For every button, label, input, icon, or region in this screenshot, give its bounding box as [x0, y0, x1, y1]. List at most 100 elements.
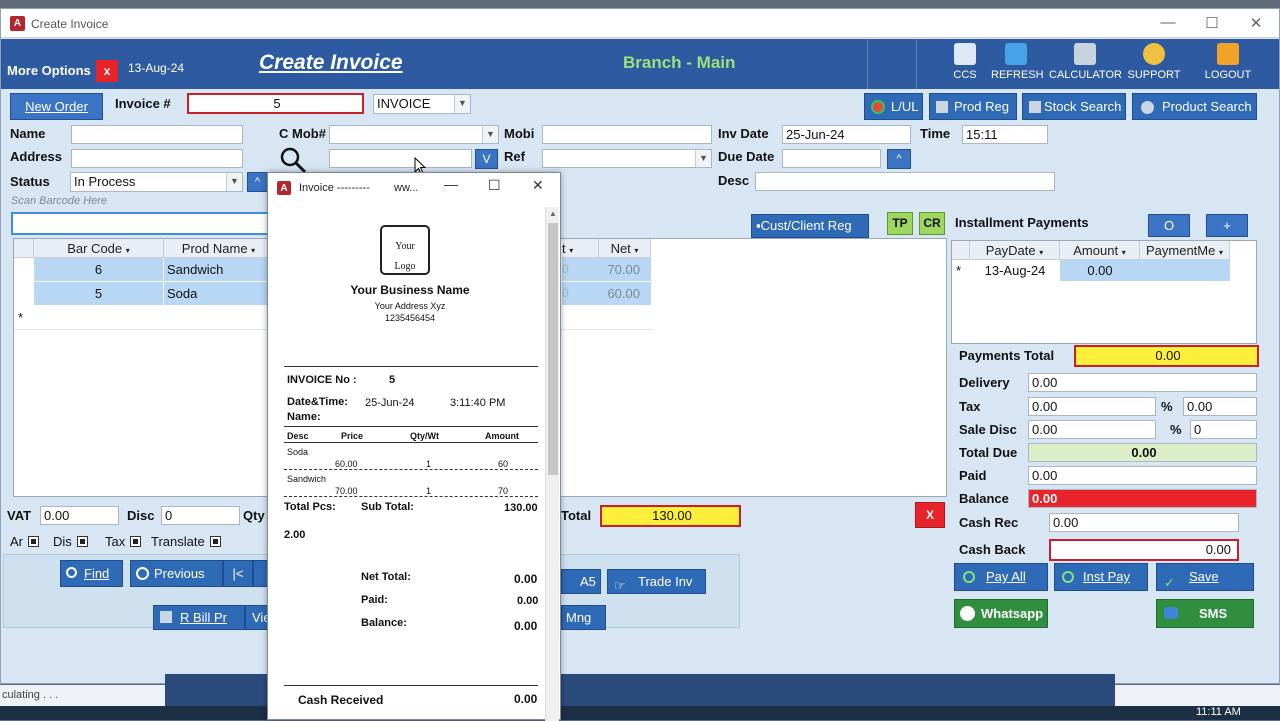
status-expand-button[interactable]: ^ — [247, 172, 268, 192]
installment-add-button[interactable]: + — [1206, 214, 1248, 237]
row-prod-name[interactable]: Sandwich — [164, 258, 274, 281]
col-payment-method[interactable]: PaymentMe ▾ — [1140, 241, 1230, 260]
app-header: More Options x 13-Aug-24 Create Invoice … — [1, 39, 1279, 89]
clear-items-button[interactable]: X — [915, 502, 945, 528]
cash-rec-field[interactable]: 0.00 — [1049, 513, 1239, 532]
inv-date-label: Inv Date — [718, 126, 769, 141]
name-field[interactable] — [71, 125, 243, 144]
chevron-up-icon[interactable]: ▲ — [549, 209, 557, 218]
customer-search-field[interactable] — [329, 149, 472, 168]
pay-all-button[interactable]: Pay All — [954, 563, 1048, 591]
previous-button[interactable]: Previous — [130, 560, 223, 587]
col-prod-name[interactable]: Prod Name ▾ — [164, 239, 274, 258]
minimize-icon[interactable]: — — [1158, 14, 1178, 31]
translate-checkbox[interactable]: Translate — [151, 534, 221, 549]
desc-field[interactable] — [755, 172, 1055, 191]
sort-icon: ▾ — [1121, 248, 1126, 257]
whatsapp-button[interactable]: Whatsapp — [954, 599, 1048, 628]
inv-date-field[interactable]: 25-Jun-24 — [782, 125, 911, 144]
cmob-select[interactable]: ▼ — [329, 125, 499, 144]
find-button[interactable]: Find — [60, 560, 123, 587]
tp-button[interactable]: TP — [887, 212, 913, 235]
maximize-icon[interactable]: ☐ — [488, 177, 501, 194]
paid-field[interactable]: 0.00 — [1028, 466, 1257, 485]
cust-client-reg-button[interactable]: ▪Cust/Client Reg — [751, 214, 869, 238]
maximize-icon[interactable]: ☐ — [1202, 14, 1222, 32]
product-search-button[interactable]: Product Search — [1132, 93, 1257, 120]
ar-checkbox[interactable]: Ar — [10, 534, 39, 549]
delivery-field[interactable]: 0.00 — [1028, 373, 1257, 392]
installment-row-amount[interactable]: 0.00 — [1060, 260, 1140, 281]
col-barcode[interactable]: Bar Code ▾ — [34, 239, 164, 258]
sale-disc-pct-field[interactable]: 0 — [1190, 420, 1257, 439]
col-paydate[interactable]: PayDate ▾ — [970, 241, 1060, 260]
r-bill-print-button[interactable]: R Bill Pr — [153, 605, 245, 630]
item-desc: Sandwich — [287, 474, 327, 484]
cr-button[interactable]: CR — [919, 212, 945, 235]
tax-checkbox[interactable]: Tax — [105, 534, 142, 549]
installments-grid[interactable]: PayDate ▾ Amount ▾ PaymentMe ▾ * 13-Aug-… — [951, 240, 1257, 344]
item-qty: 1 — [426, 459, 432, 469]
stock-search-button[interactable]: Stock Search — [1022, 93, 1126, 120]
manage-button[interactable]: Mng — [561, 605, 606, 630]
stock-search-icon — [1029, 101, 1041, 113]
tax-pct-field[interactable]: 0.00 — [1183, 397, 1257, 416]
invoice-number-field[interactable]: 5 — [187, 93, 364, 114]
chevron-down-icon: ▼ — [226, 173, 242, 191]
item-qty: 1 — [426, 486, 432, 496]
v-button[interactable]: V — [475, 149, 498, 169]
mobi-field[interactable] — [542, 125, 712, 144]
status-select[interactable]: In Process ▼ — [70, 172, 243, 192]
a5-button[interactable]: A5 — [561, 569, 601, 594]
logout-button[interactable]: LOGOUT — [1202, 41, 1254, 87]
installment-row-method[interactable] — [1140, 260, 1230, 281]
lul-button[interactable]: L/UL — [864, 93, 923, 120]
minimize-icon[interactable]: — — [444, 176, 458, 192]
col-inst-amount[interactable]: Amount ▾ — [1060, 241, 1140, 260]
installment-o-button[interactable]: O — [1148, 214, 1190, 237]
dis-checkbox[interactable]: Dis — [53, 534, 88, 549]
invoice-type-select[interactable]: INVOICE ▼ — [373, 94, 471, 114]
paid-label: Paid: — [361, 594, 388, 606]
trade-inv-button[interactable]: ☞ Trade Inv — [607, 569, 706, 594]
sms-button[interactable]: SMS — [1156, 599, 1254, 628]
table-row[interactable]: 6 — [34, 258, 164, 281]
vat-field[interactable]: 0.00 — [40, 506, 119, 525]
scrollbar-thumb[interactable] — [548, 223, 558, 475]
table-row[interactable]: 5 — [34, 282, 164, 305]
new-order-button[interactable]: New Order — [10, 93, 103, 120]
due-date-field[interactable] — [782, 149, 881, 168]
tax-field[interactable]: 0.00 — [1028, 397, 1156, 416]
close-icon[interactable]: ✕ — [1246, 14, 1266, 32]
due-date-button[interactable]: ^ — [887, 149, 911, 169]
col-amount[interactable]: t ▾ — [562, 239, 599, 258]
time-field[interactable]: 15:11 — [962, 125, 1048, 144]
prod-reg-button[interactable]: Prod Reg — [929, 93, 1017, 120]
address-field[interactable] — [71, 149, 243, 168]
save-button[interactable]: ✓ Save — [1156, 563, 1254, 591]
ref-select[interactable]: ▼ — [542, 149, 712, 168]
print-icon — [160, 611, 172, 623]
refresh-button[interactable]: REFRESH — [991, 41, 1044, 87]
row-prod-name[interactable]: Soda — [164, 282, 274, 305]
installment-row-date[interactable]: 13-Aug-24 — [970, 260, 1060, 281]
sort-icon: ▾ — [251, 246, 256, 255]
disc-field[interactable]: 0 — [161, 506, 240, 525]
sale-disc-field[interactable]: 0.00 — [1028, 420, 1156, 439]
prod-reg-icon — [936, 101, 948, 113]
header-date: 13-Aug-24 — [128, 61, 185, 75]
status-label: Status — [10, 174, 50, 189]
first-record-button[interactable]: |< — [223, 560, 253, 587]
close-icon[interactable]: ✕ — [532, 177, 544, 194]
support-button[interactable]: SUPPORT — [1126, 41, 1182, 87]
more-options-close-button[interactable]: x — [96, 60, 118, 82]
ccs-button[interactable]: CCS — [947, 41, 983, 87]
inst-pay-button[interactable]: Inst Pay — [1054, 563, 1148, 591]
scan-barcode-field[interactable] — [11, 212, 271, 235]
disc-label: Disc — [127, 508, 155, 523]
tax-pct-sign: % — [1161, 399, 1173, 414]
more-options-button[interactable]: More Options — [1, 60, 96, 82]
col-net[interactable]: Net ▾ — [599, 239, 651, 258]
calculator-button[interactable]: CALCULATOR — [1049, 41, 1122, 87]
calculator-icon — [1074, 43, 1096, 65]
